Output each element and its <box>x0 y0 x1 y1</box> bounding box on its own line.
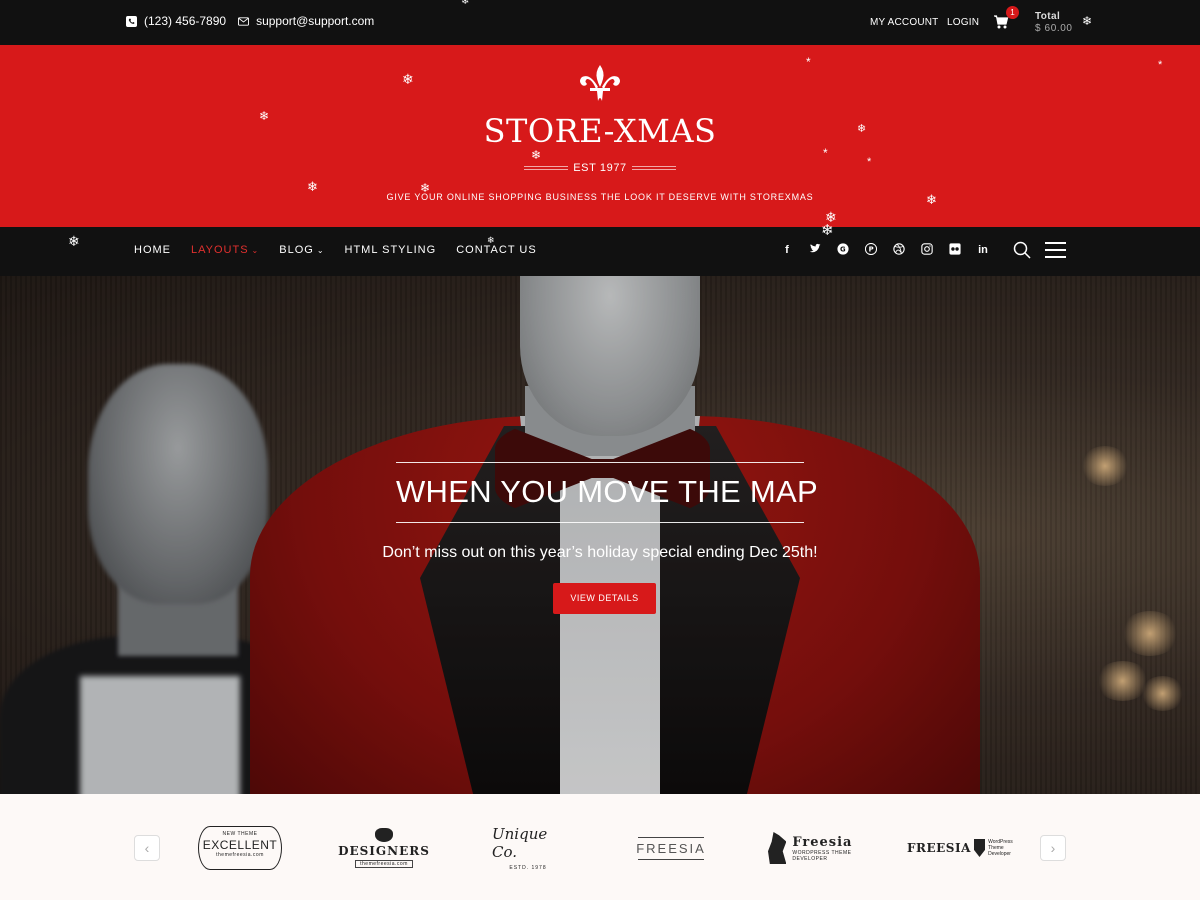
snowflake-icon: ❄ <box>1082 14 1093 28</box>
site-title[interactable]: STORE-XMAS <box>0 112 1200 150</box>
snowflake-icon: ❄ <box>487 235 495 245</box>
hero-rule-bottom <box>396 522 804 523</box>
nav-item-layouts[interactable]: LAYOUTS ⌄ <box>191 244 259 256</box>
freesia-lion-sub: WORDPRESS THEME DEVELOPER <box>792 849 852 862</box>
snowflake-icon: * <box>867 156 872 168</box>
contact-info: (123) 456-7890 support@support.com <box>126 14 374 28</box>
brand-logo-freesia-lines[interactable]: FREESIA <box>636 824 706 872</box>
total-label: Total <box>1035 11 1061 22</box>
email-address: support@support.com <box>256 14 375 28</box>
phone-icon <box>126 15 137 27</box>
nav-item-contact-us[interactable]: CONTACT US <box>456 244 537 256</box>
carousel-next-button[interactable]: › <box>1040 835 1066 861</box>
est-row: EST 1977 <box>524 161 676 175</box>
snowflake-icon: ❄ <box>307 179 318 194</box>
svg-text:P: P <box>869 246 874 254</box>
brand-carousel: ‹ NEW THEME EXCELLENT themefreesia.com D… <box>0 794 1200 900</box>
brand-logo-freesia-lion[interactable]: Freesia WORDPRESS THEME DEVELOPER <box>768 824 866 872</box>
hero-overlay <box>0 276 1200 794</box>
instagram-icon[interactable] <box>920 243 934 257</box>
snowflake-icon: ❄ <box>259 109 270 123</box>
total-amount: $ 60.00 <box>1035 23 1073 34</box>
phone-contact[interactable]: (123) 456-7890 <box>126 14 226 28</box>
lion-icon <box>768 832 787 864</box>
snowflake-icon: * <box>823 146 828 160</box>
snowflake-icon: ❄ <box>420 181 431 195</box>
hero-slider: WHEN YOU MOVE THE MAP Don’t miss out on … <box>0 276 1200 794</box>
phone-number: (123) 456-7890 <box>144 14 227 28</box>
hero-subtitle: Don’t miss out on this year’s holiday sp… <box>382 544 818 561</box>
search-icon[interactable] <box>1013 241 1031 259</box>
carousel-prev-button[interactable]: ‹ <box>134 835 160 861</box>
raccoon-icon <box>375 828 393 842</box>
email-contact[interactable]: support@support.com <box>238 14 374 28</box>
pinterest-icon[interactable]: P <box>864 242 878 257</box>
unique-word: Unique Co. <box>492 825 548 861</box>
nav-item-home[interactable]: HOME <box>134 244 171 256</box>
google-plus-icon[interactable]: G <box>836 243 850 257</box>
est-label: EST 1977 <box>573 162 627 174</box>
freesia-shield-word: FREESIA <box>907 841 971 855</box>
chevron-down-icon: ⌄ <box>316 246 325 255</box>
freesia-word: FREESIA <box>636 840 706 856</box>
freesia-lion-word: Freesia <box>792 834 853 850</box>
site-header: STORE-XMAS EST 1977 GIVE YOUR ONLINE SHO… <box>0 45 1200 227</box>
snowflake-icon: * <box>1158 59 1163 71</box>
nav-item-label: HOME <box>134 244 171 256</box>
site-tagline: GIVE YOUR ONLINE SHOPPING BUSINESS THE L… <box>386 192 814 202</box>
snowflake-icon: ❄ <box>857 123 867 135</box>
login-link[interactable]: LOGIN <box>947 17 979 28</box>
snowflake-icon: ❄ <box>926 192 937 207</box>
designers-word: DESIGNERS <box>338 844 430 858</box>
flickr-icon[interactable] <box>948 243 962 257</box>
snowflake-icon: ❄ <box>68 233 80 249</box>
freesia-line-bottom <box>638 858 704 860</box>
top-bar: (123) 456-7890 support@support.com MY AC… <box>0 0 1200 45</box>
view-details-button[interactable]: VIEW DETAILS <box>553 583 656 614</box>
social-links: f G P in <box>780 242 990 257</box>
twitter-icon[interactable] <box>808 243 822 257</box>
freesia-shield-sub2: Theme Developer <box>988 845 1011 857</box>
cart-total[interactable]: Total $ 60.00 <box>1035 11 1073 35</box>
nav-item-label: CONTACT US <box>456 244 537 256</box>
my-account-link[interactable]: MY ACCOUNT <box>870 17 939 28</box>
chevron-down-icon: ⌄ <box>251 246 260 255</box>
brand-logo-excellent[interactable]: NEW THEME EXCELLENT themefreesia.com <box>198 824 282 872</box>
snowflake-icon: ❄ <box>531 148 542 162</box>
snowflake-icon: ❄ <box>402 71 414 87</box>
linkedin-icon[interactable]: in <box>976 243 990 257</box>
brand-logo-designers[interactable]: DESIGNERS themefreesia.com <box>338 824 429 872</box>
brand-logo-freesia-shield[interactable]: FREESIA WordPress Theme Developer <box>907 824 1013 872</box>
cart-count-badge: 1 <box>1006 6 1019 19</box>
hamburger-menu-icon[interactable] <box>1045 242 1066 258</box>
snowflake-icon: * <box>806 55 811 69</box>
snowflake-icon: ❄ <box>821 222 834 239</box>
excellent-word: EXCELLENT <box>202 838 278 852</box>
hero-caption: WHEN YOU MOVE THE MAP <box>396 462 818 523</box>
mail-icon <box>238 16 250 26</box>
dribbble-icon[interactable] <box>892 243 906 257</box>
nav-item-label: BLOG <box>279 244 314 256</box>
unique-sub: ESTD. 1978 <box>509 865 547 871</box>
nav-menu: HOME LAYOUTS ⌄ BLOG ⌄ HTML STYLING CONTACT… <box>134 244 537 256</box>
snowflake-icon: ❄ <box>461 0 470 7</box>
excellent-small-text: NEW THEME <box>222 831 258 837</box>
designers-sub: themefreesia.com <box>355 860 413 868</box>
main-navigation: HOME LAYOUTS ⌄ BLOG ⌄ HTML STYLING CONTACT… <box>0 227 1200 276</box>
nav-item-label: HTML STYLING <box>344 244 437 256</box>
excellent-badge: NEW THEME EXCELLENT themefreesia.com <box>198 826 282 870</box>
nav-item-html-styling[interactable]: HTML STYLING <box>345 244 437 256</box>
facebook-icon[interactable]: f <box>780 243 794 257</box>
est-rule-right <box>632 166 676 170</box>
svg-text:G: G <box>840 246 846 254</box>
nav-item-blog[interactable]: BLOG ⌄ <box>279 244 324 256</box>
fleur-de-lis-logo-icon[interactable] <box>578 65 622 103</box>
nav-item-label: LAYOUTS <box>191 244 249 256</box>
est-rule-left <box>524 166 568 170</box>
shield-icon <box>973 839 986 857</box>
brand-logo-unique-co[interactable]: Unique Co. ESTD. 1978 <box>492 824 564 872</box>
hero-title: WHEN YOU MOVE THE MAP <box>396 474 818 509</box>
excellent-sub: themefreesia.com <box>216 852 264 858</box>
